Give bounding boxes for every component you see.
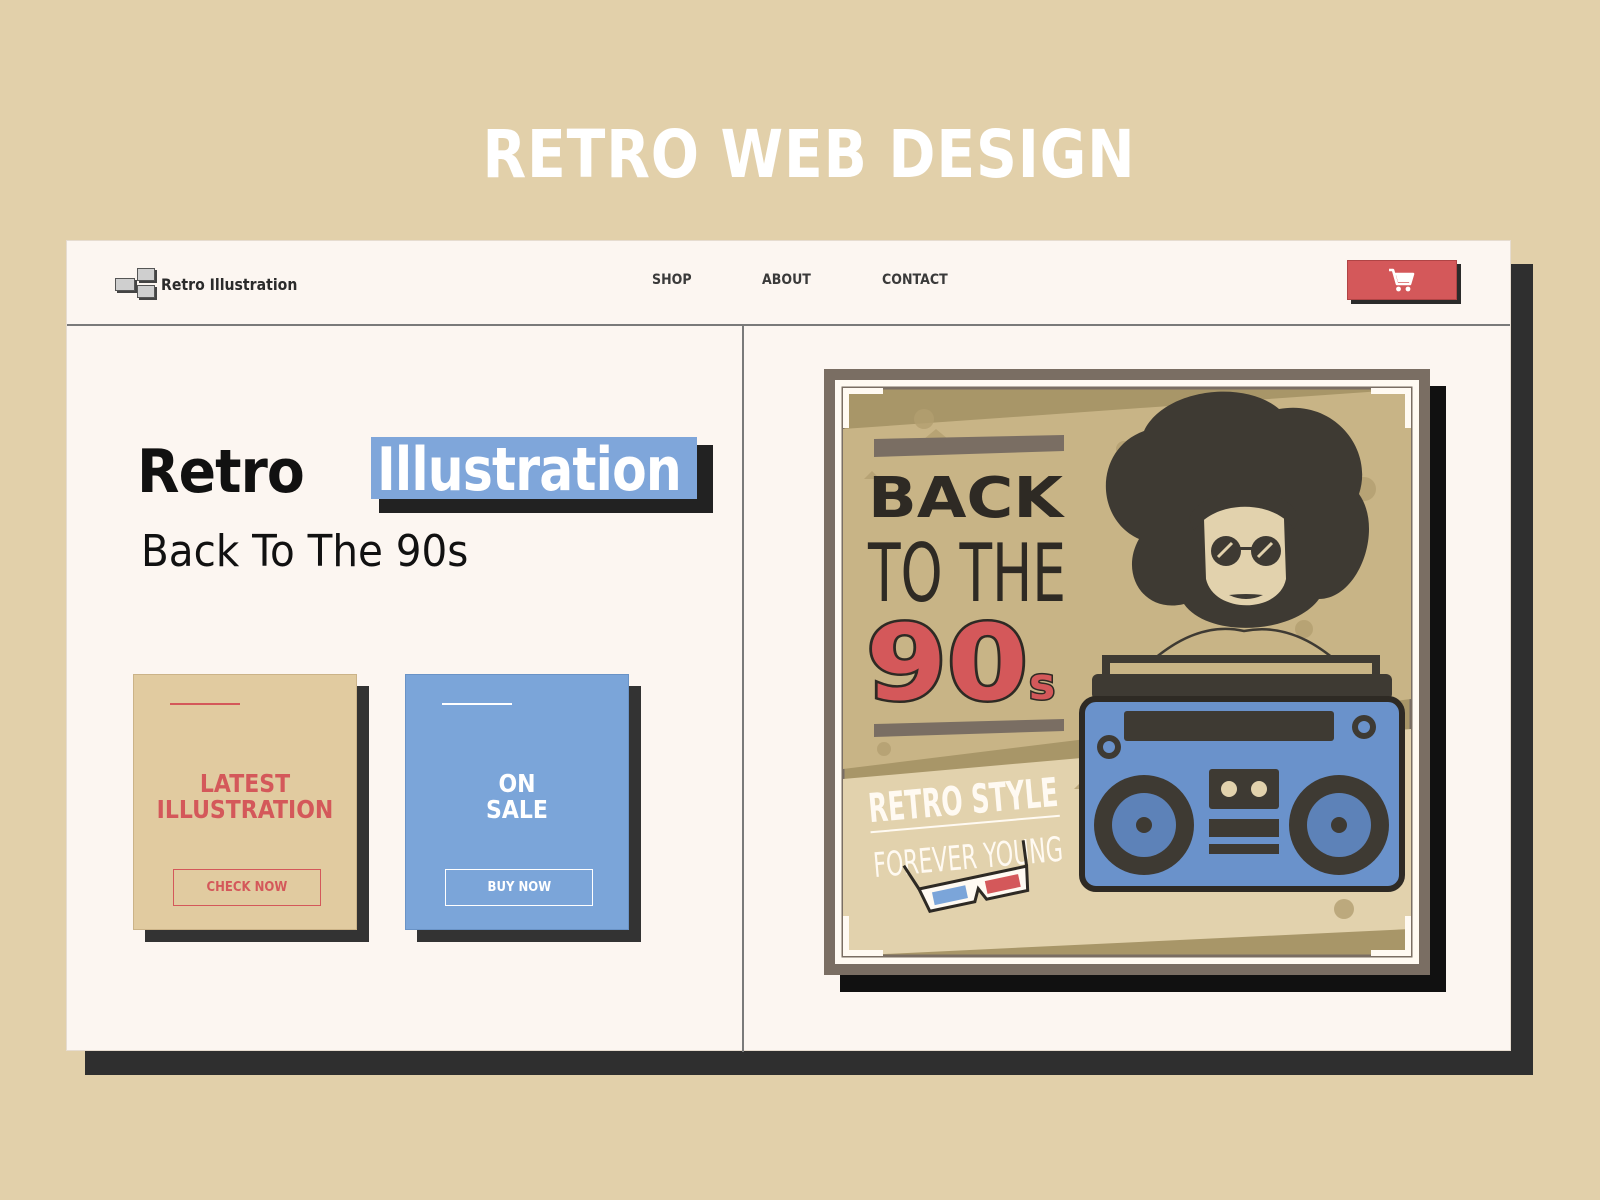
hero-title-word2: Illustration: [377, 435, 682, 505]
card-title: ON SALE: [486, 769, 548, 824]
buy-now-button[interactable]: BUY NOW: [445, 869, 593, 906]
website-mockup: Retro Illustration SHOP ABOUT CONTACT Re…: [66, 240, 1511, 1052]
site-header: Retro Illustration SHOP ABOUT CONTACT: [67, 241, 1510, 326]
poster-image[interactable]: BACK TO THE 90 s RETRO STYLE FOREVER YOU…: [824, 369, 1430, 975]
nav-contact[interactable]: CONTACT: [882, 272, 948, 288]
hero-subtitle: Back To The 90s: [141, 526, 469, 577]
card-rule: [442, 703, 512, 705]
check-now-button[interactable]: CHECK NOW: [173, 869, 321, 906]
poster-text-90: 90: [866, 602, 1028, 724]
nav-about[interactable]: ABOUT: [762, 272, 811, 288]
card-title: LATEST ILLUSTRATION: [156, 769, 334, 824]
latest-illustration-card[interactable]: LATEST ILLUSTRATION CHECK NOW: [133, 674, 357, 930]
cart-button[interactable]: [1347, 260, 1457, 300]
shopping-cart-icon: [1389, 268, 1415, 292]
nav-shop[interactable]: SHOP: [652, 272, 692, 288]
poster-text-s: s: [1029, 659, 1055, 710]
hero-title-word1: Retro: [137, 437, 305, 507]
main-nav: SHOP ABOUT CONTACT: [67, 272, 1510, 292]
card-rule: [170, 703, 240, 705]
page-title: RETRO WEB DESIGN: [482, 116, 1136, 193]
on-sale-card[interactable]: ON SALE BUY NOW: [405, 674, 629, 930]
boombox-illustration: [1079, 655, 1405, 892]
poster-text-back: BACK: [868, 466, 1066, 531]
content-divider: [742, 326, 744, 1052]
